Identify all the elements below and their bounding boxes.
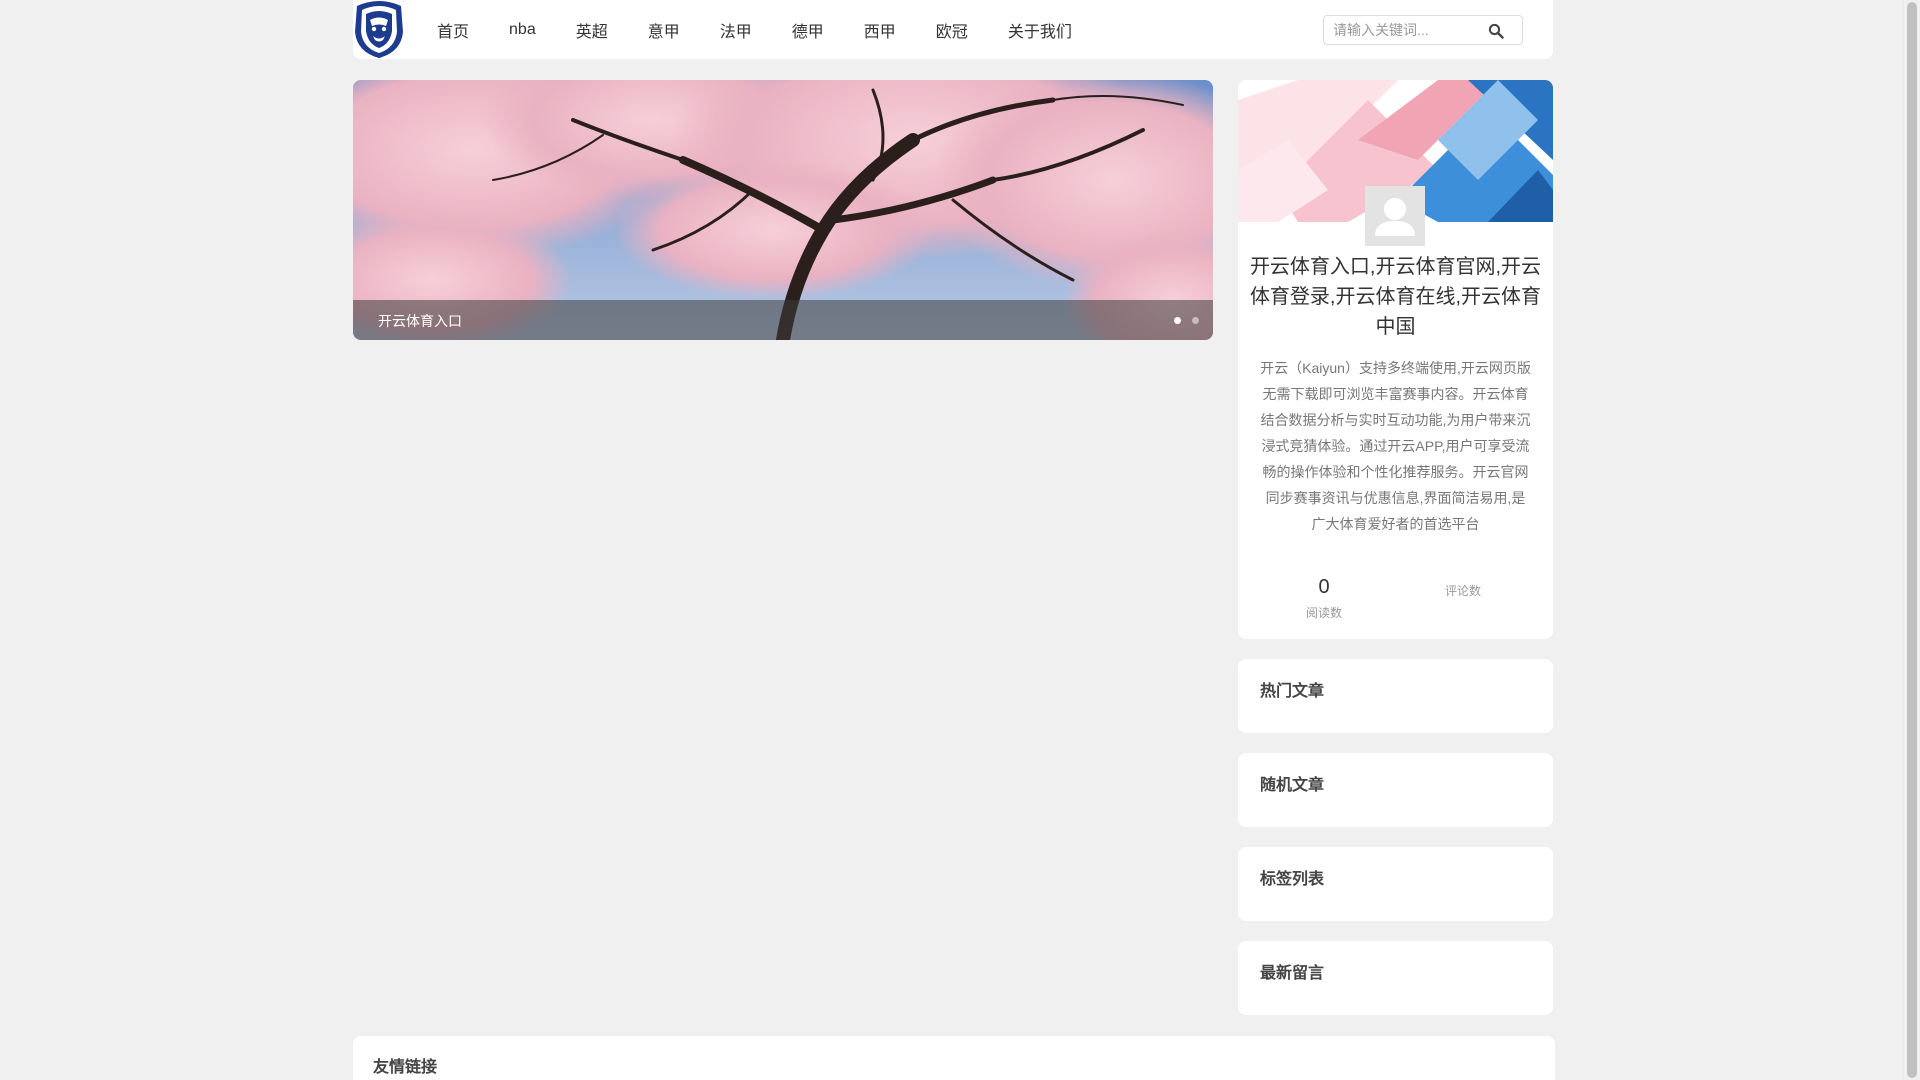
search-icon[interactable] [1488, 23, 1504, 39]
slider-dot-2[interactable] [1192, 317, 1199, 324]
site-description: 开云（Kaiyun）支持多终端使用,开云网页版无需下载即可浏览丰富赛事内容。开云… [1260, 360, 1531, 532]
widget-title: 最新留言 [1260, 965, 1325, 982]
avatar[interactable] [1365, 186, 1425, 246]
widget-title: 标签列表 [1260, 871, 1325, 888]
main-nav: 首页 nba 英超 意甲 法甲 德甲 西甲 欧冠 关于我们 [417, 0, 1092, 59]
slider-dots [1163, 317, 1199, 324]
nav-item-ligue-1[interactable]: 法甲 [720, 18, 752, 42]
views-label: 阅读数 [1305, 606, 1342, 620]
nav-item-nba[interactable]: nba [509, 21, 536, 39]
logo-icon[interactable] [353, 0, 405, 59]
scrollbar-thumb[interactable] [1907, 2, 1917, 1078]
slider-dot-1[interactable] [1174, 317, 1181, 324]
search-box [1323, 15, 1523, 45]
widget-title: 热门文章 [1260, 683, 1325, 700]
nav-item-bundesliga[interactable]: 德甲 [792, 18, 824, 42]
site-header: 首页 nba 英超 意甲 法甲 德甲 西甲 欧冠 关于我们 [353, 0, 1553, 59]
nav-item-about-us[interactable]: 关于我们 [1008, 18, 1072, 42]
widget-random-articles: 随机文章 [1238, 753, 1553, 827]
nav-item-la-liga[interactable]: 西甲 [864, 18, 896, 42]
widget-hot-articles: 热门文章 [1238, 659, 1553, 733]
search-input[interactable] [1324, 16, 1484, 44]
banner-caption-text[interactable]: 开云体育入口 [378, 311, 462, 331]
friend-links: 友情链接 [353, 1036, 1555, 1080]
profile-card: 开云体育入口,开云体育官网,开云体育登录,开云体育在线,开云体育中国 开云（Ka… [1238, 80, 1553, 639]
banner-slider[interactable]: 开云体育入口 [353, 80, 1213, 340]
views-count: 0 [1318, 576, 1330, 598]
friend-links-title: 友情链接 [373, 1059, 438, 1076]
nav-item-premier-league[interactable]: 英超 [576, 18, 608, 42]
widget-latest-comments: 最新留言 [1238, 941, 1553, 1015]
stat-views: 0 阅读数 [1274, 574, 1374, 621]
comments-label: 评论数 [1444, 584, 1481, 598]
site-title: 开云体育入口,开云体育官网,开云体育登录,开云体育在线,开云体育中国 [1249, 256, 1542, 338]
nav-item-champions-league[interactable]: 欧冠 [936, 18, 968, 42]
nav-item-serie-a[interactable]: 意甲 [648, 18, 680, 42]
widget-tag-list: 标签列表 [1238, 847, 1553, 921]
nav-item-home[interactable]: 首页 [437, 18, 469, 42]
widget-title: 随机文章 [1260, 777, 1325, 794]
banner-caption: 开云体育入口 [353, 300, 1213, 340]
page-scrollbar[interactable] [1903, 0, 1920, 1080]
